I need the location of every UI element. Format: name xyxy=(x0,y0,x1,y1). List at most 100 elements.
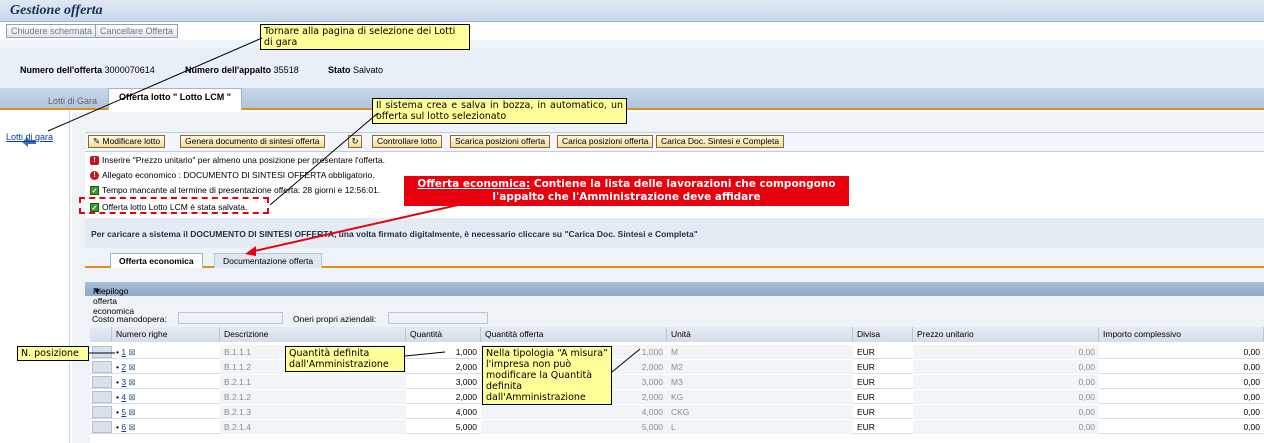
total-amount-cell: 0,00 xyxy=(1243,347,1260,357)
summary-section-header[interactable]: ▼ Riepilogo offerta economica xyxy=(85,282,1264,316)
total-amount-cell: 0,00 xyxy=(1243,407,1260,417)
column-header[interactable]: Divisa xyxy=(853,327,913,342)
quantity-cell: 3,000 xyxy=(455,377,477,387)
offer-number-label: Numero dell'offerta xyxy=(20,65,103,75)
row-number-cell: • 6 ⊠ xyxy=(116,422,136,432)
message-row: ✓ Tempo mancante al termine di presentazi… xyxy=(90,185,381,195)
currency-cell: EUR xyxy=(857,407,875,417)
currency-cell: EUR xyxy=(857,362,875,372)
tender-number-value: 35518 xyxy=(273,65,299,75)
detail-icon[interactable]: ⊠ xyxy=(126,362,135,372)
state-value: Salvato xyxy=(353,65,384,75)
select-all-header[interactable] xyxy=(90,327,112,342)
column-header[interactable]: Prezzo unitario xyxy=(913,327,1099,342)
currency-cell: EUR xyxy=(857,377,875,387)
upload-positions-button[interactable]: Carica posizioni offerta xyxy=(557,135,654,148)
unit-cell: KG xyxy=(667,390,853,404)
quantity-cell: 1,000 xyxy=(455,347,477,357)
currency-cell: EUR xyxy=(857,347,875,357)
callout-sistema: Il sistema crea e salva in bozza, in aut… xyxy=(372,98,627,124)
row-selector[interactable] xyxy=(92,391,112,403)
row-selector[interactable] xyxy=(92,421,112,433)
quantity-cell: 4,000 xyxy=(455,407,477,417)
callout-a-misura: Nella tipologia “A misura” l'impresa non… xyxy=(482,346,612,405)
row-selector[interactable] xyxy=(92,376,112,388)
generate-document-button[interactable]: Genera documento di sintesi offerta xyxy=(180,135,325,148)
refresh-icon[interactable]: ↻ xyxy=(348,135,362,148)
detail-icon[interactable]: ⊠ xyxy=(126,377,135,387)
oneri-label: Oneri propri aziendali: xyxy=(293,314,377,324)
currency-cell: EUR xyxy=(857,392,875,402)
download-positions-button[interactable]: Scarica posizioni offerta xyxy=(450,135,551,148)
app-title: Gestione offerta xyxy=(10,3,103,18)
row-number-cell: • 5 ⊠ xyxy=(116,407,136,417)
row-selector[interactable] xyxy=(92,361,112,373)
unit-price-input[interactable]: 0,00 xyxy=(913,375,1099,389)
row-number-cell: • 1 ⊠ xyxy=(116,347,136,357)
column-header[interactable]: Unità xyxy=(667,327,853,342)
close-screen-button[interactable]: Chiudere schermata xyxy=(6,24,98,38)
message-row: ! Allegato economico : DOCUMENTO DI SINTE… xyxy=(90,170,375,180)
unit-cell: L xyxy=(667,420,853,434)
currency-cell: EUR xyxy=(857,422,875,432)
column-header[interactable]: Importo complessivo xyxy=(1099,327,1264,342)
callout-tornare: Tornare alla pagina di selezione dei Lot… xyxy=(260,24,470,50)
check-lot-button[interactable]: Controllare lotto xyxy=(372,135,443,148)
column-header[interactable]: Descrizione xyxy=(220,327,406,342)
callout-text: Contiene la lista delle lavorazioni che … xyxy=(492,178,836,203)
quantity-cell: 5,000 xyxy=(455,422,477,432)
tender-number-label: Numero dell'appalto xyxy=(185,65,272,75)
column-header[interactable]: Quantità offerta xyxy=(481,327,667,342)
column-header[interactable]: Numero righe xyxy=(112,327,220,342)
detail-icon[interactable]: ⊠ xyxy=(126,422,135,432)
offered-quantity-cell: 4,000 xyxy=(481,405,667,419)
description-cell: B.2.1.3 xyxy=(220,405,406,419)
modify-lot-button[interactable]: ✎ Modificare lotto xyxy=(88,135,166,148)
cancel-offer-button[interactable]: Cancellare Offerta xyxy=(95,24,178,38)
costo-manodopera-input[interactable] xyxy=(178,312,283,324)
description-cell: B.2.1.4 xyxy=(220,420,406,434)
unit-price-input[interactable]: 0,00 xyxy=(913,405,1099,419)
tab-offerta-economica[interactable]: Offerta economica xyxy=(110,253,203,268)
total-amount-cell: 0,00 xyxy=(1243,362,1260,372)
detail-icon[interactable]: ⊠ xyxy=(126,407,135,417)
callout-title: Offerta economica: xyxy=(417,178,531,190)
row-number-cell: • 2 ⊠ xyxy=(116,362,136,372)
quantity-cell: 2,000 xyxy=(455,362,477,372)
row-selector[interactable] xyxy=(92,406,112,418)
tab-offerta-lotto[interactable]: Offerta lotto " Lotto LCM " xyxy=(108,88,243,110)
unit-cell: M2 xyxy=(667,360,853,374)
detail-icon[interactable]: ⊠ xyxy=(126,392,135,402)
error-icon: ! xyxy=(90,155,99,165)
unit-cell: CKG xyxy=(667,405,853,419)
unit-cell: M xyxy=(667,345,853,359)
pencil-icon: ✎ xyxy=(93,136,101,146)
callout-offerta-economica: Offerta economica: Contiene la lista del… xyxy=(404,176,849,206)
success-icon: ✓ xyxy=(90,185,99,195)
tab-documentazione-offerta[interactable]: Documentazione offerta xyxy=(214,253,323,268)
column-header[interactable]: Quantità xyxy=(406,327,481,342)
upload-doc-complete-button[interactable]: Carica Doc. Sintesi e Completa xyxy=(656,135,785,148)
offered-quantity-cell: 5,000 xyxy=(481,420,667,434)
unit-price-input[interactable]: 0,00 xyxy=(913,360,1099,374)
header-band xyxy=(0,40,1264,48)
unit-price-input[interactable]: 0,00 xyxy=(913,390,1099,404)
callout-quantita-definita: Quantità definita dall'Amministrazione xyxy=(285,346,405,372)
offer-number-value: 3000070614 xyxy=(104,65,155,75)
unit-price-input[interactable]: 0,00 xyxy=(913,345,1099,359)
oneri-input[interactable] xyxy=(388,312,488,324)
row-selector[interactable] xyxy=(92,346,112,358)
tab-lotti-di-gara[interactable]: Lotti di Gara xyxy=(38,92,107,110)
unit-price-input[interactable]: 0,00 xyxy=(913,420,1099,434)
row-number-cell: • 3 ⊠ xyxy=(116,377,136,387)
unit-cell: M3 xyxy=(667,375,853,389)
total-amount-cell: 0,00 xyxy=(1243,377,1260,387)
info-line-row: Per caricare a sistema il DOCUMENTO DI S… xyxy=(85,218,1264,248)
section-title: Riepilogo offerta economica xyxy=(93,286,135,316)
back-link-lotti[interactable]: Lotti di gara xyxy=(6,132,53,142)
description-cell: B.2.1.1 xyxy=(220,375,406,389)
message-row: ! Inserire "Prezzo unitario" per almeno u… xyxy=(90,155,385,165)
detail-icon[interactable]: ⊠ xyxy=(126,347,135,357)
row-number-cell: • 4 ⊠ xyxy=(116,392,136,402)
highlight-saved-message xyxy=(79,197,269,214)
